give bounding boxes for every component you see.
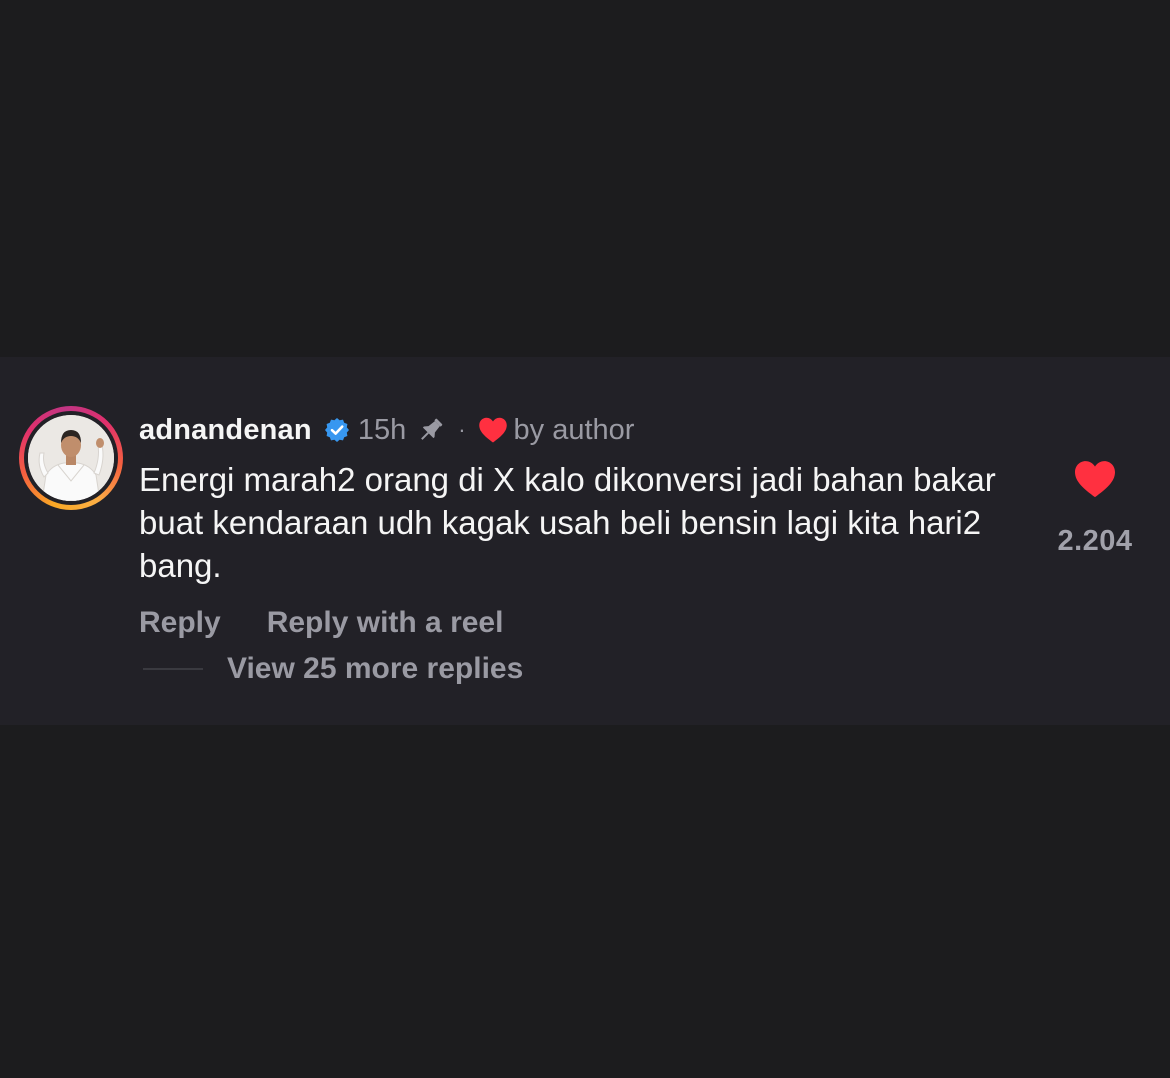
replies-divider	[143, 668, 203, 670]
like-count[interactable]: 2.204	[1030, 525, 1160, 558]
avatar-story-ring[interactable]	[19, 406, 123, 510]
comment-text: Energi marah2 orang di X kalo dikonversi…	[139, 461, 996, 584]
like-heart-icon[interactable]	[1073, 459, 1117, 499]
reply-with-reel-button[interactable]: Reply with a reel	[267, 606, 504, 640]
comment-card: adnandenan 15h · by author Energi marah2…	[0, 357, 1170, 725]
comment-actions: Reply Reply with a reel	[139, 606, 503, 640]
separator-dot: ·	[458, 417, 466, 442]
avatar[interactable]	[28, 415, 114, 501]
verified-badge-icon	[324, 417, 350, 443]
reply-button[interactable]: Reply	[139, 606, 221, 640]
comment-header: adnandenan 15h · by author	[139, 410, 634, 450]
view-replies-label: View 25 more replies	[227, 652, 524, 685]
pin-icon	[416, 415, 446, 445]
avatar-ring-gap	[24, 411, 118, 505]
by-author-label: by author	[513, 413, 635, 446]
author-heart-icon	[478, 416, 508, 444]
view-replies-button[interactable]: View 25 more replies	[143, 652, 523, 686]
username[interactable]: adnandenan	[139, 414, 312, 447]
comment-time: 15h	[357, 413, 407, 446]
avatar-image	[28, 415, 114, 501]
